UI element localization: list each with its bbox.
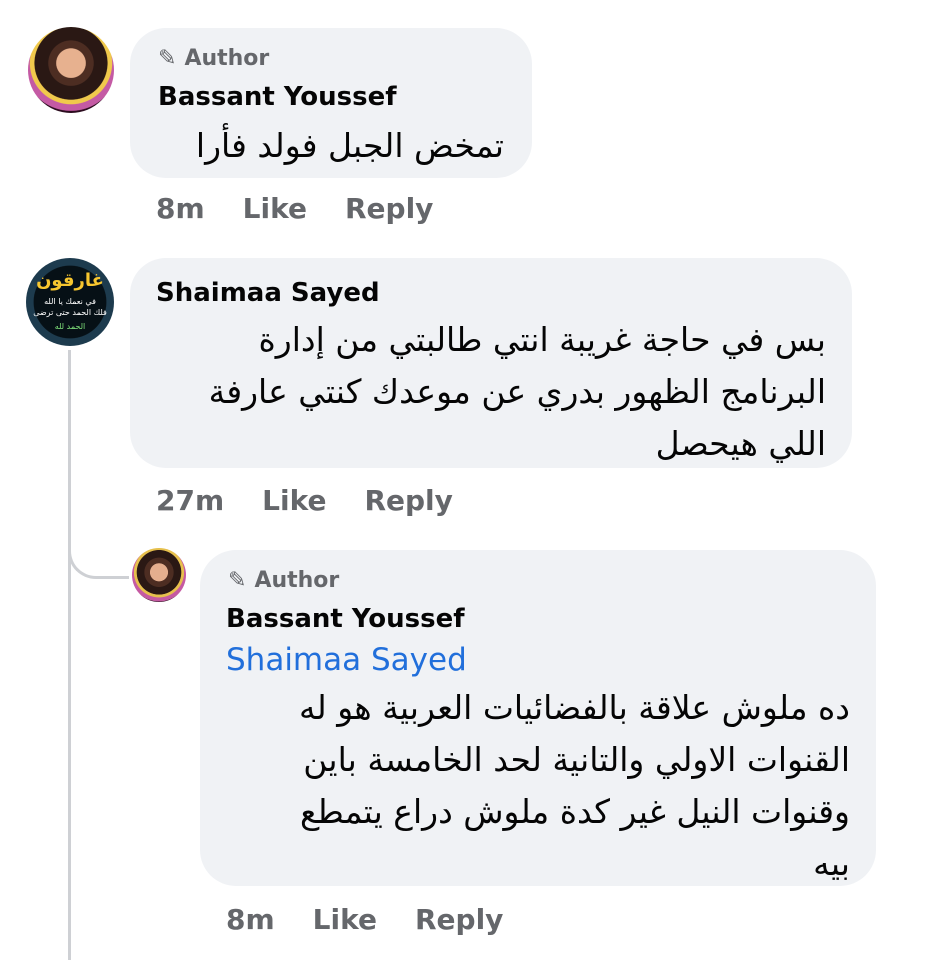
comment-actions: 27m Like Reply	[156, 484, 491, 517]
like-button[interactable]: Like	[262, 484, 326, 517]
author-badge-label: Author	[254, 568, 340, 593]
commenter-name[interactable]: Bassant Youssef	[226, 604, 465, 634]
commenter-name[interactable]: Bassant Youssef	[158, 82, 397, 112]
avatar-text: الحمد لله	[54, 322, 86, 331]
avatar[interactable]	[132, 548, 186, 602]
timestamp[interactable]: 27m	[156, 484, 224, 517]
avatar-text: غارقون	[36, 270, 104, 291]
pencil-icon: ✎	[228, 568, 247, 593]
comment-bubble: ✎ Author Bassant Youssef Shaimaa Sayed د…	[200, 550, 876, 886]
reply-button[interactable]: Reply	[415, 903, 503, 936]
commenter-name[interactable]: Shaimaa Sayed	[156, 278, 380, 308]
reply-button[interactable]: Reply	[364, 484, 452, 517]
comment-text: تمخض الجبل فولد فأرا	[195, 126, 504, 165]
like-button[interactable]: Like	[313, 903, 377, 936]
reply-connector	[68, 490, 129, 579]
reply-button[interactable]: Reply	[345, 192, 433, 225]
author-badge: ✎ Author	[228, 568, 339, 593]
avatar[interactable]	[28, 27, 114, 113]
pencil-icon: ✎	[158, 46, 177, 71]
author-badge-label: Author	[184, 46, 270, 71]
comment-actions: 8m Like Reply	[226, 903, 541, 936]
avatar[interactable]: غارقون في نعمك يا الله فلك الحمد حتى ترض…	[26, 258, 114, 346]
comment-text: ده ملوش علاقة بالفضائيات العربية هو له ا…	[298, 688, 850, 883]
like-button[interactable]: Like	[243, 192, 307, 225]
comment-actions: 8m Like Reply	[156, 192, 471, 225]
thread-line	[68, 350, 71, 960]
author-badge: ✎ Author	[158, 46, 269, 71]
comment-bubble: Shaimaa Sayed بس في حاجة غريبة انتي طالب…	[130, 258, 852, 468]
timestamp[interactable]: 8m	[156, 192, 205, 225]
avatar-text: في نعمك يا الله فلك الحمد حتى ترضى	[33, 297, 107, 317]
timestamp[interactable]: 8m	[226, 903, 275, 936]
comment-bubble: ✎ Author Bassant Youssef تمخض الجبل فولد…	[130, 28, 532, 178]
mention-link[interactable]: Shaimaa Sayed	[226, 642, 467, 678]
comment-text: بس في حاجة غريبة انتي طالبتي من إدارة ال…	[208, 320, 826, 463]
